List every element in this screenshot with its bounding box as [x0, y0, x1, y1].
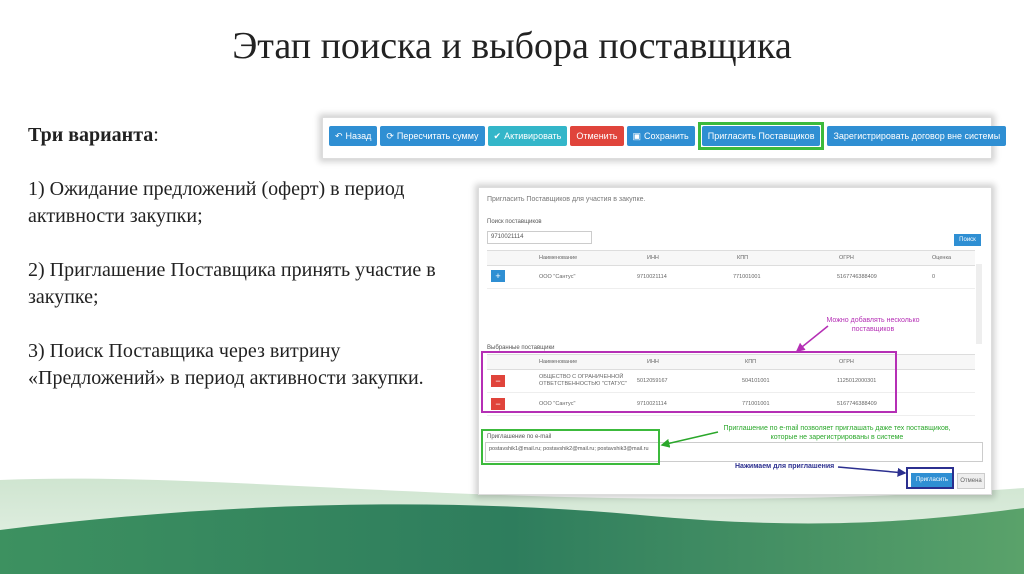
- selected-suppliers-highlight: [481, 351, 897, 413]
- green-arrow: [660, 431, 719, 448]
- annotation-email-note: Приглашение по e-mail позволяет приглаша…: [723, 425, 951, 441]
- invite-button-highlight: [906, 467, 954, 489]
- annotation-overlay: [481, 325, 954, 489]
- annotation-add-several: Можно добавлять несколько поставщиков: [826, 317, 920, 333]
- annotation-press-invite: Нажимаем для приглашения: [735, 463, 835, 470]
- navy-arrow: [837, 466, 907, 477]
- email-highlight: [481, 429, 660, 465]
